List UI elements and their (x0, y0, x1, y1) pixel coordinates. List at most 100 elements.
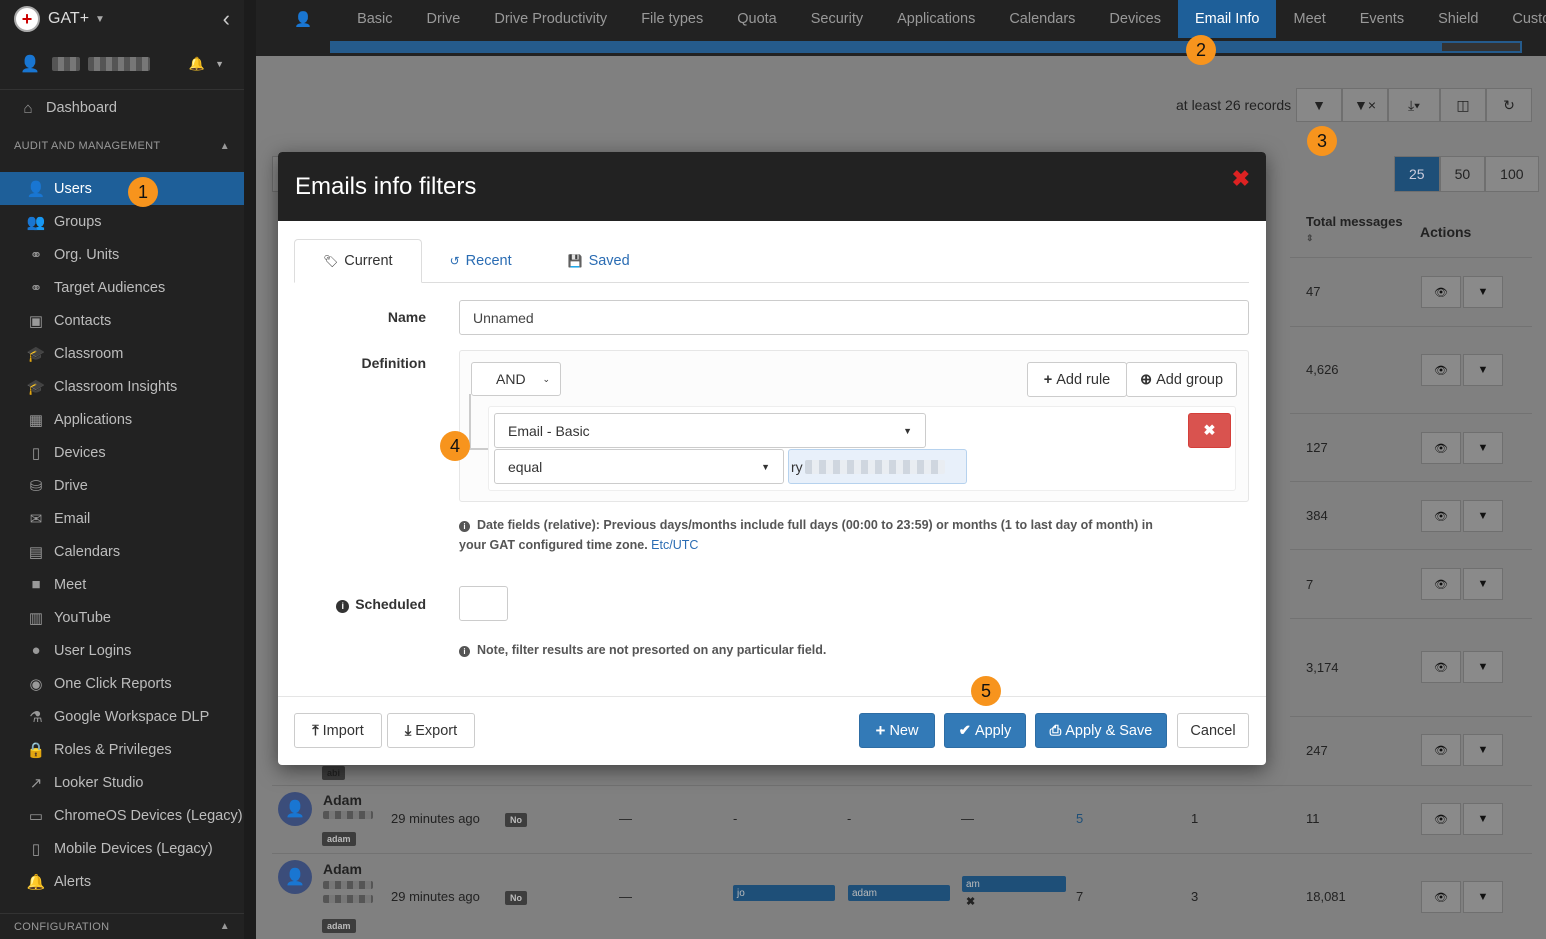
timezone-link[interactable]: Etc/UTC (651, 538, 698, 552)
collapse-sidebar-icon[interactable]: ‹ (223, 6, 230, 32)
tab-email-info[interactable]: Email Info (1178, 0, 1277, 38)
sidebar-item-mobile-devices-legacy[interactable]: ▯ Mobile Devices (Legacy) (0, 832, 244, 865)
sidebar-user[interactable]: 👤 🔔 ▼ (0, 38, 244, 90)
sidebar-item-one-click-reports[interactable]: ◉ One Click Reports (0, 667, 244, 700)
sidebar-item-devices[interactable]: ▯ Devices (0, 436, 244, 469)
view-button[interactable]: 👁 (1421, 432, 1461, 464)
sidebar-item-classroom[interactable]: 🎓 Classroom (0, 337, 244, 370)
sidebar-item-youtube[interactable]: ▥ YouTube (0, 601, 244, 634)
sidebar-section-config[interactable]: CONFIGURATION ▲ (0, 913, 244, 939)
user-name[interactable]: Adam (323, 861, 1546, 877)
add-rule-button[interactable]: + Add rule (1027, 362, 1127, 397)
view-button[interactable]: 👁 (1421, 500, 1461, 532)
apply-button[interactable]: ✔ Apply (944, 713, 1026, 748)
bell-icon[interactable]: 🔔 (189, 56, 205, 72)
view-button[interactable]: 👁 (1421, 354, 1461, 386)
delete-rule-button[interactable]: ✖ (1188, 413, 1231, 448)
view-button[interactable]: 👁 (1421, 881, 1461, 913)
scheduled-checkbox[interactable] (459, 586, 508, 621)
tab-file-types[interactable]: File types (624, 0, 720, 38)
sidebar-item-looker-studio[interactable]: ↗ Looker Studio (0, 766, 244, 799)
add-group-button[interactable]: ⊕ Add group (1126, 362, 1237, 397)
view-button[interactable]: 👁 (1421, 276, 1461, 308)
actions-dropdown-button[interactable]: ▼ (1463, 881, 1503, 913)
line-chart-icon: ↗ (29, 774, 43, 792)
filter-button[interactable]: ▼ (1296, 88, 1342, 122)
view-button[interactable]: 👁 (1421, 803, 1461, 835)
actions-dropdown-button[interactable]: ▼ (1463, 803, 1503, 835)
tab-quota[interactable]: Quota (720, 0, 794, 38)
tab-events[interactable]: Events (1343, 0, 1421, 38)
tab-drive[interactable]: Drive (410, 0, 478, 38)
import-button[interactable]: ⤒ Import (294, 713, 382, 748)
actions-dropdown-button[interactable]: ▼ (1463, 276, 1503, 308)
rule-value-input[interactable]: ry (788, 449, 967, 484)
sidebar-scrollbar[interactable] (244, 0, 256, 939)
sidebar-item-org-units[interactable]: ⚭ Org. Units (0, 238, 244, 271)
sidebar-item-users[interactable]: 👤 Users (0, 172, 244, 205)
app-title[interactable]: GAT+ (48, 10, 89, 28)
caret-down-icon[interactable]: ▼ (95, 14, 105, 25)
sidebar-item-target-audiences[interactable]: ⚭ Target Audiences (0, 271, 244, 304)
tab-drive-productivity[interactable]: Drive Productivity (477, 0, 624, 38)
tab-applications[interactable]: Applications (880, 0, 992, 38)
apply-save-button[interactable]: ⎙ Apply & Save (1035, 713, 1167, 748)
sidebar-item-contacts[interactable]: ▣ Contacts (0, 304, 244, 337)
actions-dropdown-button[interactable]: ▼ (1463, 568, 1503, 600)
sidebar-item-email[interactable]: ✉ Email (0, 502, 244, 535)
tab-custon[interactable]: Custon (1495, 0, 1546, 38)
sidebar-item-dashboard[interactable]: ⌂ Dashboard (0, 90, 244, 126)
tab-basic[interactable]: Basic (340, 0, 409, 38)
column-header-total-messages[interactable]: Total messages ⇕ (1306, 214, 1403, 244)
export-button[interactable]: ⤓ Export (387, 713, 475, 748)
page-size-25[interactable]: 25 (1394, 156, 1440, 192)
actions-dropdown-button[interactable]: ▼ (1463, 734, 1503, 766)
cancel-button[interactable]: Cancel (1177, 713, 1249, 748)
refresh-button[interactable]: ↻ (1486, 88, 1532, 122)
tab-calendars[interactable]: Calendars (992, 0, 1092, 38)
actions-dropdown-button[interactable]: ▼ (1463, 354, 1503, 386)
view-button[interactable]: 👁 (1421, 568, 1461, 600)
sidebar-item-roles-privileges[interactable]: 🔒 Roles & Privileges (0, 733, 244, 766)
sidebar-section-audit[interactable]: AUDIT AND MANAGEMENT ▲ (0, 126, 244, 166)
view-button[interactable]: 👁 (1421, 734, 1461, 766)
new-button[interactable]: + New (859, 713, 935, 748)
columns-button[interactable]: ◫ (1440, 88, 1486, 122)
view-button[interactable]: 👁 (1421, 651, 1461, 683)
page-size-50[interactable]: 50 (1439, 156, 1486, 192)
close-icon[interactable]: ✖ (1232, 166, 1250, 192)
sidebar-item-user-logins[interactable]: ● User Logins (0, 634, 244, 667)
sidebar-item-meet[interactable]: ■ Meet (0, 568, 244, 601)
user-name[interactable]: Adam (323, 792, 1546, 808)
sidebar-item-alerts[interactable]: 🔔 Alerts (0, 865, 244, 898)
actions-dropdown-button[interactable]: ▼ (1463, 500, 1503, 532)
export-dropdown-button[interactable]: ⤓▾ (1388, 88, 1440, 122)
tab-current[interactable]: 🏷 Current (294, 239, 422, 283)
actions-dropdown-button[interactable]: ▼ (1463, 651, 1503, 683)
caret-down-icon[interactable]: ▼ (215, 59, 224, 69)
field-select[interactable]: Email - Basic ▼ (494, 413, 926, 448)
sidebar-item-calendars[interactable]: ▤ Calendars (0, 535, 244, 568)
operator-select[interactable]: equal ▼ (494, 449, 784, 484)
sidebar-item-applications[interactable]: ▦ Applications (0, 403, 244, 436)
tab-devices[interactable]: Devices (1092, 0, 1178, 38)
tab-shield[interactable]: Shield (1421, 0, 1495, 38)
sidebar-item-google-workspace-dlp[interactable]: ⚗ Google Workspace DLP (0, 700, 244, 733)
tab-saved[interactable]: 💾 Saved (540, 239, 658, 283)
actions-dropdown-button[interactable]: ▼ (1463, 432, 1503, 464)
clear-filter-button[interactable]: ▼× (1342, 88, 1388, 122)
sidebar-item-drive[interactable]: ⛁ Drive (0, 469, 244, 502)
sidebar-item-chromeos-devices-legacy[interactable]: ▭ ChromeOS Devices (Legacy) (0, 799, 244, 832)
caret-up-icon[interactable]: ▲ (220, 921, 230, 932)
sidebar-item-groups[interactable]: 👥 Groups (0, 205, 244, 238)
tab-recent[interactable]: ↺ Recent (422, 239, 540, 283)
tab-security[interactable]: Security (794, 0, 880, 38)
filter-name-input[interactable]: Unnamed (459, 300, 1249, 335)
page-size-100[interactable]: 100 (1485, 156, 1539, 192)
remove-icon[interactable]: ✖ (966, 895, 975, 908)
sidebar-item-classroom-insights[interactable]: 🎓 Classroom Insights (0, 370, 244, 403)
sort-icon[interactable]: ⇕ (1306, 233, 1314, 243)
condition-select[interactable]: AND ⌄ (471, 362, 561, 396)
tab-meet[interactable]: Meet (1276, 0, 1342, 38)
caret-up-icon[interactable]: ▲ (220, 141, 230, 152)
